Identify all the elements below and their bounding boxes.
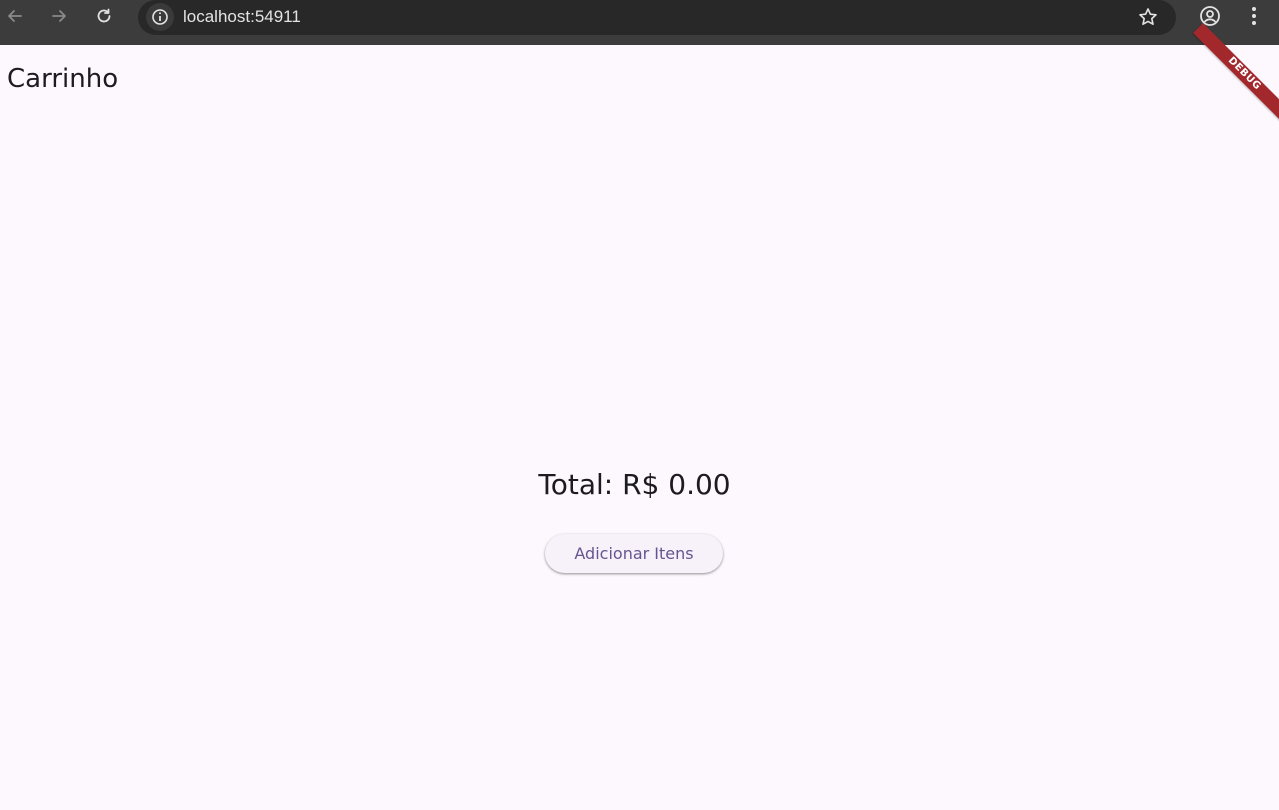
forward-button[interactable] xyxy=(49,6,69,26)
site-info-button[interactable] xyxy=(146,3,174,31)
reload-icon xyxy=(97,8,111,23)
url-text[interactable]: localhost:54911 xyxy=(183,7,301,27)
add-items-button[interactable]: Adicionar Itens xyxy=(545,534,723,573)
info-icon xyxy=(152,9,168,25)
browser-toolbar: localhost:54911 xyxy=(0,0,1279,45)
page-title: Carrinho xyxy=(7,64,119,94)
browser-menu-button[interactable] xyxy=(1244,4,1264,28)
cart-total: Total: R$ 0.00 xyxy=(538,468,731,501)
arrow-left-icon xyxy=(8,10,22,22)
arrow-right-icon xyxy=(52,10,66,22)
address-bar[interactable]: localhost:54911 xyxy=(138,0,1176,35)
kebab-menu-icon xyxy=(1252,7,1256,25)
star-icon xyxy=(1139,8,1157,25)
reload-button[interactable] xyxy=(94,6,114,26)
back-button[interactable] xyxy=(5,6,25,26)
bookmark-button[interactable] xyxy=(1136,5,1160,29)
